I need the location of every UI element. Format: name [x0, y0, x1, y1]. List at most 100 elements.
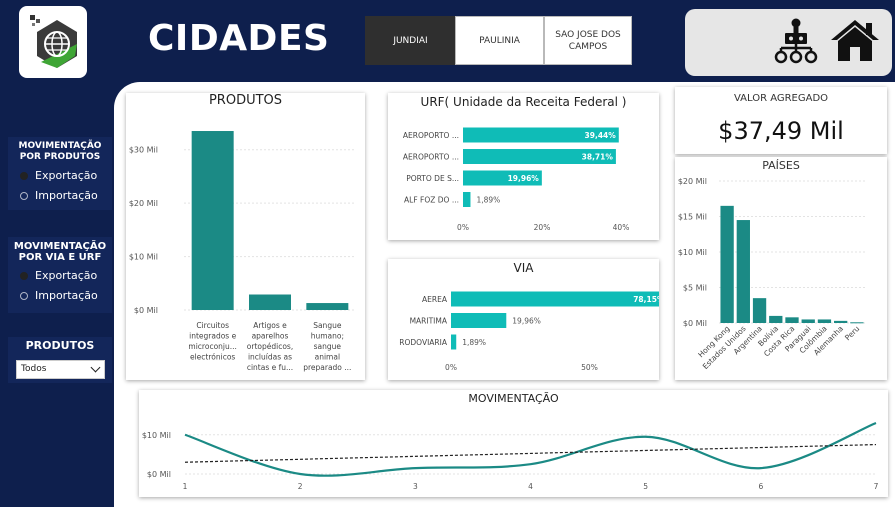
x-tick-label: 4 — [528, 482, 533, 491]
x-tick-label: 1 — [183, 482, 188, 491]
x-tick-label: 2 — [298, 482, 303, 491]
radio-label: Exportação — [35, 269, 98, 282]
y-tick-label: $20 Mil — [129, 199, 158, 208]
x-tick-label: Sangue — [313, 321, 342, 330]
valor-agregado-card: VALOR AGREGADO $37,49 Mil — [675, 87, 887, 154]
y-tick-label: $30 Mil — [129, 146, 158, 155]
city-button-paulinia[interactable]: PAULINIA — [455, 16, 544, 65]
logo — [19, 6, 87, 78]
bar — [752, 298, 767, 323]
y-tick-label: ALF FOZ DO ... — [404, 196, 459, 205]
hierarchy-icon[interactable] — [773, 17, 819, 65]
radio-unselected-icon — [20, 291, 28, 300]
movimentacao-chart-card: MOVIMENTAÇÃO $0 Mil $10 Mil 1 2 3 4 5 6 7 — [139, 390, 888, 497]
y-tick-label: AEROPORTO ... — [403, 153, 459, 162]
chevron-down-icon — [90, 362, 101, 373]
data-label: 1,89% — [476, 196, 500, 205]
radio-label: Importação — [35, 289, 98, 302]
radio-selected-icon — [20, 271, 28, 280]
city-label: JUNDIAI — [393, 35, 428, 46]
movimentacao-chart: $0 Mil $10 Mil 1 2 3 4 5 6 7 — [142, 421, 879, 491]
radio-exportacao[interactable]: Exportação — [20, 269, 112, 282]
x-tick-label: Peru — [843, 324, 861, 342]
trend-line — [184, 443, 877, 463]
x-tick-label: 6 — [758, 482, 763, 491]
bar — [191, 131, 234, 310]
data-label: 78,15% — [633, 295, 659, 304]
y-tick-label: $10 Mil — [129, 253, 158, 262]
bar — [817, 319, 832, 323]
bar — [769, 315, 783, 323]
urf-chart-card: URF( Unidade da Receita Federal ) AEROPO… — [388, 93, 659, 240]
x-tick-label: cintas e fu... — [247, 363, 293, 372]
produtos-chart-card: PRODUTOS $0 Mil $10 Mil $20 Mil $30 Mil Circ… — [126, 93, 365, 380]
bar — [451, 334, 457, 350]
x-tick-label: 40% — [613, 223, 630, 232]
x-tick-label: humano; — [311, 332, 344, 341]
navigation-panel — [685, 9, 892, 76]
city-button-sao-jose-dos-campos[interactable]: SAO JOSE DOS CAMPOS — [544, 16, 632, 65]
x-tick-label: 7 — [874, 482, 879, 491]
via-chart-card: VIA AEREA78,15%MARITIMA19,96%RODOVIARIA1… — [388, 259, 659, 380]
series-line — [184, 421, 877, 477]
radio-selected-icon — [20, 171, 28, 180]
bar — [720, 205, 734, 323]
products-dropdown[interactable]: Todos — [16, 360, 105, 379]
radio-label: Exportação — [35, 169, 98, 182]
y-tick-label: $20 Mil — [678, 177, 707, 186]
y-tick-label: $0 Mil — [147, 470, 171, 479]
x-tick-label: Artigos e — [253, 321, 287, 330]
y-tick-label: $15 Mil — [678, 213, 707, 222]
radio-unselected-icon — [20, 191, 28, 200]
x-tick-label: integrados e — [189, 332, 236, 341]
x-tick-label: 5 — [643, 482, 648, 491]
y-tick-label: RODOVIARIA — [399, 338, 448, 347]
home-icon[interactable] — [829, 17, 881, 63]
data-label: 1,89% — [462, 338, 486, 347]
filter-movimentacao-produtos: MOVIMENTAÇÃO POR PRODUTOS Exportação Imp… — [8, 137, 112, 210]
dropdown-value: Todos — [21, 364, 47, 374]
y-tick-label: $0 Mil — [134, 306, 158, 315]
produtos-chart: $0 Mil $10 Mil $20 Mil $30 Mil Circuitos inte… — [129, 131, 356, 372]
y-tick-label: $10 Mil — [142, 431, 171, 440]
x-tick-label: Circuitos — [196, 321, 229, 330]
filter-movimentacao-via-urf: MOVIMENTAÇÃO POR VIA E URF Exportação Im… — [8, 237, 112, 313]
y-tick-label: $10 Mil — [678, 248, 707, 257]
data-label: 39,44% — [585, 131, 617, 140]
data-label: 19,96% — [512, 317, 541, 326]
x-tick-label: preparado ... — [303, 363, 351, 372]
y-tick-label: AEROPORTO ... — [403, 131, 459, 140]
urf-chart: AEROPORTO ... 39,44% AEROPORTO ... 38,71% PO… — [403, 127, 630, 232]
x-tick-label: electrónicos — [190, 353, 235, 362]
filter-title: MOVIMENTAÇÃO POR PRODUTOS — [18, 141, 102, 162]
radio-importacao[interactable]: Importação — [20, 189, 112, 202]
x-tick-label: 0% — [457, 223, 469, 232]
kpi-title: VALOR AGREGADO — [733, 93, 829, 104]
x-tick-label: aparelhos — [252, 332, 289, 341]
x-tick-label: 50% — [581, 363, 598, 372]
page-title: CIDADES — [148, 18, 330, 59]
x-tick-label: 0% — [445, 363, 457, 372]
data-label: 19,96% — [508, 174, 540, 183]
y-tick-label: PORTO DE S... — [406, 174, 459, 183]
x-tick-label: sangue — [314, 342, 342, 351]
x-tick-label: 20% — [534, 223, 551, 232]
x-tick-label: animal — [315, 353, 340, 362]
y-tick-label: $5 Mil — [683, 284, 707, 293]
bar — [306, 303, 349, 310]
city-button-jundiai[interactable]: JUNDIAI — [365, 16, 456, 65]
bar — [834, 320, 848, 323]
radio-importacao[interactable]: Importação — [20, 289, 112, 302]
bar — [451, 313, 507, 328]
filter-title: PRODUTOS — [25, 339, 95, 352]
bar — [249, 294, 291, 310]
via-chart: AEREA 78,15% MARITIMA 19,96% RODOVIARIA 1,89%… — [399, 291, 659, 372]
bar — [736, 220, 750, 323]
x-tick-label: microconju... — [188, 342, 236, 351]
radio-label: Importação — [35, 189, 98, 202]
city-label: PAULINIA — [479, 35, 520, 46]
x-tick-label: incluídas as — [248, 353, 292, 362]
y-tick-label: MARITIMA — [410, 317, 448, 326]
x-tick-label: 3 — [413, 482, 418, 491]
radio-exportacao[interactable]: Exportação — [20, 169, 112, 182]
